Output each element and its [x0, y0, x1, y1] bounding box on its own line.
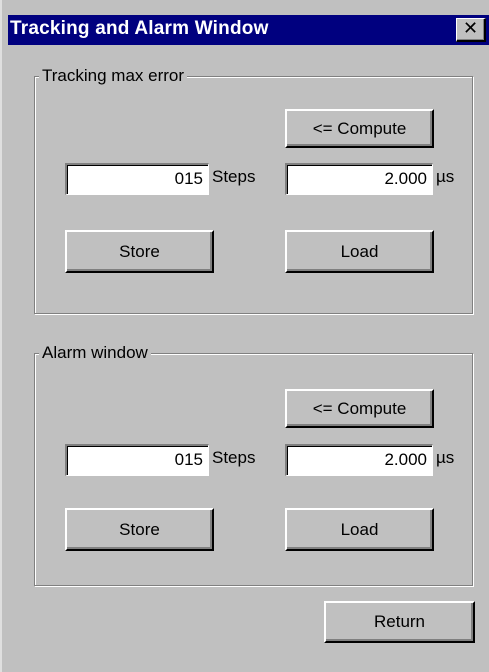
- close-icon: ✕: [462, 18, 479, 39]
- tracking-steps-input[interactable]: 015: [65, 163, 209, 195]
- alarm-time-unit: µs: [436, 448, 455, 467]
- alarm-load-button[interactable]: Load: [285, 508, 434, 551]
- tracking-time-input[interactable]: 2.000: [285, 163, 433, 195]
- alarm-store-button[interactable]: Store: [65, 508, 214, 551]
- close-button[interactable]: ✕: [456, 18, 486, 42]
- tracking-alarm-dialog: Tracking and Alarm Window ✕ Tracking max…: [0, 0, 489, 672]
- alarm-time-input[interactable]: 2.000: [285, 444, 433, 476]
- tracking-compute-button[interactable]: <= Compute: [285, 109, 434, 148]
- alarm-steps-unit: Steps: [212, 448, 256, 467]
- window-title: Tracking and Alarm Window: [10, 18, 269, 39]
- tracking-steps-unit: Steps: [212, 167, 256, 186]
- return-button[interactable]: Return: [324, 601, 475, 643]
- tracking-max-error-legend: Tracking max error: [39, 66, 188, 86]
- tracking-store-button[interactable]: Store: [65, 230, 214, 273]
- alarm-steps-input[interactable]: 015: [65, 444, 209, 476]
- tracking-load-button[interactable]: Load: [285, 230, 434, 273]
- alarm-window-legend: Alarm window: [39, 343, 151, 363]
- alarm-compute-button[interactable]: <= Compute: [285, 389, 434, 428]
- tracking-time-unit: µs: [436, 167, 455, 186]
- title-bar[interactable]: Tracking and Alarm Window ✕: [8, 15, 489, 45]
